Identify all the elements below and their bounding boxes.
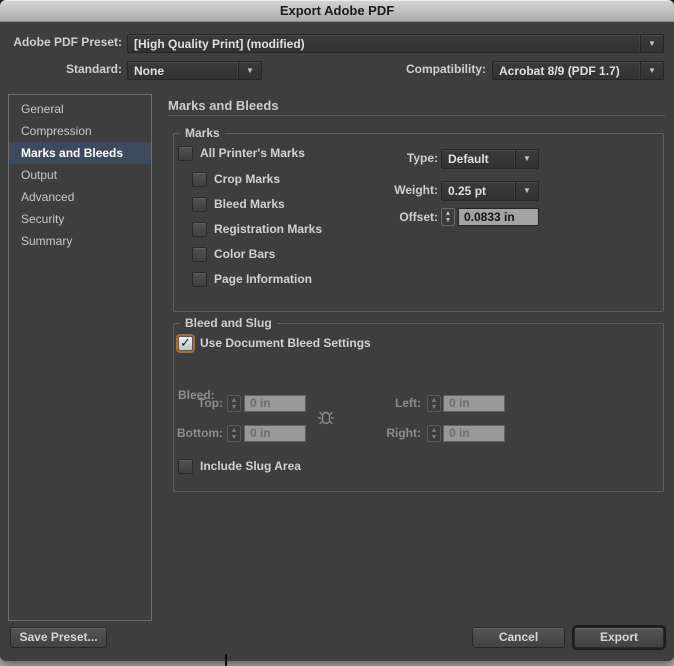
chevron-down-icon: ▼ (238, 62, 261, 79)
use-document-bleed-label: Use Document Bleed Settings (200, 336, 371, 350)
registration-marks-checkbox[interactable] (192, 222, 207, 237)
include-slug-area-label: Include Slug Area (200, 459, 301, 473)
standard-dropdown[interactable]: None ▼ (127, 61, 262, 80)
stepper-down-icon: ▼ (431, 404, 438, 411)
stepper-down-icon: ▼ (231, 404, 238, 411)
bleed-left-stepper: ▲ ▼ (427, 395, 441, 412)
bleed-bottom-label: Bottom: (174, 425, 223, 442)
bleed-right-field: 0 in (443, 425, 505, 442)
registration-marks-label: Registration Marks (214, 222, 322, 236)
window-title: Export Adobe PDF (280, 3, 394, 18)
bleed-and-slug-group: Bleed and Slug Use Document Bleed Settin… (173, 323, 664, 492)
all-printers-marks-checkbox[interactable] (178, 146, 193, 161)
weight-dropdown[interactable]: 0.25 pt ▼ (441, 181, 539, 201)
color-bars-label: Color Bars (214, 247, 275, 261)
chevron-down-icon: ▼ (515, 150, 538, 168)
bleed-top-label: Top: (174, 395, 223, 412)
stepper-up-icon: ▲ (445, 210, 452, 217)
standard-value: None (128, 64, 238, 78)
chevron-down-icon: ▼ (640, 35, 663, 52)
compatibility-label: Compatibility: (380, 61, 486, 78)
sidebar-item-compression[interactable]: Compression (9, 120, 151, 142)
divider (168, 115, 665, 116)
stepper-down-icon: ▼ (231, 434, 238, 441)
use-document-bleed-checkbox[interactable] (178, 336, 193, 351)
export-adobe-pdf-dialog: Export Adobe PDF Adobe PDF Preset: [High… (0, 0, 674, 661)
save-preset-button[interactable]: Save Preset... (10, 627, 107, 648)
bleed-marks-label: Bleed Marks (214, 197, 285, 211)
bleed-left-field: 0 in (443, 395, 505, 412)
bleed-left-label: Left: (354, 395, 421, 412)
marks-legend: Marks (180, 126, 225, 140)
bleed-marks-checkbox[interactable] (192, 197, 207, 212)
page-information-checkbox[interactable] (192, 272, 207, 287)
bleed-top-field: 0 in (244, 395, 306, 412)
bleed-and-slug-legend: Bleed and Slug (180, 316, 277, 330)
stepper-down-icon: ▼ (445, 217, 452, 224)
stepper-down-icon: ▼ (431, 434, 438, 441)
page-title: Marks and Bleeds (168, 98, 279, 113)
sidebar-item-general[interactable]: General (9, 98, 151, 120)
offset-field[interactable]: 0.0833 in (458, 208, 539, 226)
sidebar-item-marks-and-bleeds[interactable]: Marks and Bleeds (9, 142, 151, 164)
color-bars-checkbox[interactable] (192, 247, 207, 262)
bleed-bottom-stepper: ▲ ▼ (227, 425, 241, 442)
chevron-down-icon: ▼ (515, 182, 538, 200)
sidebar-item-advanced[interactable]: Advanced (9, 186, 151, 208)
cancel-button[interactable]: Cancel (472, 627, 565, 648)
offset-stepper[interactable]: ▲ ▼ (441, 208, 455, 226)
crop-marks-checkbox[interactable] (192, 172, 207, 187)
text-cursor-artifact (225, 654, 227, 666)
pdf-preset-value: [High Quality Print] (modified) (128, 37, 640, 51)
standard-label: Standard: (0, 61, 122, 78)
window-titlebar[interactable]: Export Adobe PDF (0, 0, 674, 22)
preset-label: Adobe PDF Preset: (0, 34, 122, 51)
export-button[interactable]: Export (574, 627, 664, 648)
screen: Export Adobe PDF Adobe PDF Preset: [High… (0, 0, 674, 666)
crop-marks-label: Crop Marks (214, 172, 280, 186)
bleed-right-label: Right: (354, 425, 421, 442)
sidebar-item-security[interactable]: Security (9, 208, 151, 230)
stepper-up-icon: ▲ (431, 427, 438, 434)
bleed-right-stepper: ▲ ▼ (427, 425, 441, 442)
type-dropdown[interactable]: Default ▼ (441, 149, 539, 169)
broken-link-icon[interactable] (317, 406, 335, 430)
stepper-up-icon: ▲ (231, 397, 238, 404)
chevron-down-icon: ▼ (640, 62, 663, 79)
dialog-body: Adobe PDF Preset: [High Quality Print] (… (0, 22, 674, 661)
offset-label: Offset: (338, 208, 438, 226)
compatibility-value: Acrobat 8/9 (PDF 1.7) (493, 64, 640, 78)
bleed-bottom-field: 0 in (244, 425, 306, 442)
sidebar-item-output[interactable]: Output (9, 164, 151, 186)
settings-section-list: General Compression Marks and Bleeds Out… (8, 94, 152, 621)
pdf-preset-dropdown[interactable]: [High Quality Print] (modified) ▼ (127, 34, 664, 53)
bleed-top-stepper: ▲ ▼ (227, 395, 241, 412)
page-information-label: Page Information (214, 272, 312, 286)
stepper-up-icon: ▲ (431, 397, 438, 404)
stepper-up-icon: ▲ (231, 427, 238, 434)
marks-group: Marks All Printer's Marks Crop Marks Ble… (173, 133, 664, 312)
sidebar-item-summary[interactable]: Summary (9, 230, 151, 252)
weight-label: Weight: (338, 181, 438, 199)
type-label: Type: (338, 149, 438, 167)
all-printers-marks-label: All Printer's Marks (200, 146, 305, 160)
compatibility-dropdown[interactable]: Acrobat 8/9 (PDF 1.7) ▼ (492, 61, 664, 80)
include-slug-area-checkbox[interactable] (178, 459, 193, 474)
type-value: Default (442, 152, 515, 166)
weight-value: 0.25 pt (442, 184, 515, 198)
